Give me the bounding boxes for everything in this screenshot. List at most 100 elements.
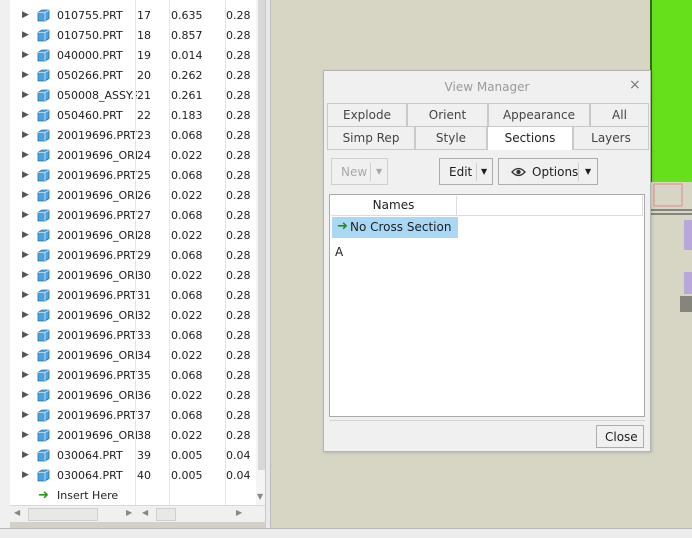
tree-row-name: 20019696.PRT (57, 209, 137, 222)
tree-row[interactable]: ▶ 030064.PRT 39 0.005 0.04 (10, 446, 265, 466)
tree-vertical-scrollbar[interactable]: ▼ (256, 0, 265, 505)
close-button[interactable]: Close (596, 425, 644, 448)
tree-row[interactable]: ▶ 20019696_ORIN30 0.022 0.28 (10, 266, 265, 286)
expand-arrow-icon[interactable]: ▶ (22, 330, 29, 340)
chevron-down-icon[interactable]: ▼ (585, 167, 591, 176)
tree-row[interactable]: ▶ 20019696_ORIN36 0.022 0.28 (10, 386, 265, 406)
tree-row-name: 20019696.PRT (57, 329, 137, 342)
tab-style[interactable]: Style (415, 126, 487, 149)
expand-arrow-icon[interactable]: ▶ (22, 10, 29, 20)
status-bar (0, 528, 692, 538)
tree-row-value: 0.28 (226, 169, 251, 182)
chevron-down-icon[interactable]: ▼ (376, 167, 382, 176)
tree-row[interactable]: ▶ 20019696_ORIN24 0.022 0.28 (10, 146, 265, 166)
expand-arrow-icon[interactable]: ▶ (22, 30, 29, 40)
scroll-left-arrow-icon[interactable]: ◀ (142, 508, 148, 517)
expand-arrow-icon[interactable]: ▶ (22, 230, 29, 240)
expand-arrow-icon[interactable]: ▶ (22, 70, 29, 80)
tree-row[interactable]: ▶ 050460.PRT 22 0.183 0.28 (10, 106, 265, 126)
tree-row-name: 040000.PRT (57, 49, 123, 62)
chevron-down-icon[interactable]: ▼ (481, 167, 487, 176)
expand-arrow-icon[interactable]: ▶ (22, 110, 29, 120)
tree-row[interactable]: ▶ 050266.PRT 20 0.262 0.28 (10, 66, 265, 86)
tree-row[interactable]: ▶ 010750.PRT 18 0.857 0.28 (10, 26, 265, 46)
model-tree-panel: ▶ 010755.PRT 17 0.635 0.28 ▶ 010750.PRT 18 0.857… (10, 0, 266, 522)
tree-row[interactable]: ▶ 20019696.PRT 25 0.068 0.28 (10, 166, 265, 186)
tree-row-value: 0.022 (171, 229, 203, 242)
tree-row-name: 050266.PRT (57, 69, 123, 82)
tree-row[interactable]: ▶ 20019696.PRT 29 0.068 0.28 (10, 246, 265, 266)
list-item-no-cross-section[interactable]: ➜ No Cross Section (332, 217, 458, 238)
expand-arrow-icon[interactable]: ▶ (22, 410, 29, 420)
expand-arrow-icon[interactable]: ▶ (22, 130, 29, 140)
expand-arrow-icon[interactable]: ▶ (22, 370, 29, 380)
tree-row-value: 0.022 (171, 349, 203, 362)
tree-vertical-scroll-thumb[interactable] (258, 0, 265, 470)
horizontal-scroll-thumb[interactable] (28, 508, 98, 521)
expand-arrow-icon[interactable]: ▶ (22, 450, 29, 460)
expand-arrow-icon[interactable]: ▶ (22, 250, 29, 260)
scroll-left-arrow-icon[interactable]: ◀ (14, 508, 20, 517)
insert-here-row[interactable]: ➜ Insert Here (10, 486, 250, 506)
expand-arrow-icon[interactable]: ▶ (22, 430, 29, 440)
expand-arrow-icon[interactable]: ▶ (22, 50, 29, 60)
tab-appearance[interactable]: Appearance (488, 103, 590, 126)
tab-sections[interactable]: Sections (487, 126, 573, 150)
scroll-right-arrow-icon[interactable]: ▶ (236, 508, 242, 517)
expand-arrow-icon[interactable]: ▶ (22, 190, 29, 200)
tree-row-number: 19 (137, 49, 151, 62)
tree-row[interactable]: ▶ 20019696.PRT 27 0.068 0.28 (10, 206, 265, 226)
column-divider[interactable] (135, 0, 136, 505)
expand-arrow-icon[interactable]: ▶ (22, 470, 29, 480)
tab-orient[interactable]: Orient (407, 103, 488, 126)
tree-row[interactable]: ▶ 20019696_ORIN28 0.022 0.28 (10, 226, 265, 246)
tree-row[interactable]: ▶ 010755.PRT 17 0.635 0.28 (10, 6, 265, 26)
expand-arrow-icon[interactable]: ▶ (22, 310, 29, 320)
tree-row[interactable]: ▶ 030064.PRT 40 0.005 0.04 (10, 466, 265, 486)
tree-row[interactable]: ▶ 20019696.PRT 35 0.068 0.28 (10, 366, 265, 386)
tree-row[interactable]: ▶ 20019696_ORIN32 0.022 0.28 (10, 306, 265, 326)
tab-explode[interactable]: Explode (327, 103, 407, 126)
column-divider[interactable] (225, 0, 226, 505)
expand-arrow-icon[interactable]: ▶ (22, 170, 29, 180)
empty-column-header (457, 196, 643, 216)
names-column-header[interactable]: Names (331, 196, 457, 216)
tab-simp-rep[interactable]: Simp Rep (327, 126, 415, 149)
scroll-right-arrow-icon[interactable]: ▶ (126, 508, 132, 517)
expand-arrow-icon[interactable]: ▶ (22, 350, 29, 360)
list-item-a[interactable]: A (335, 245, 343, 259)
tree-row-number: 36 (137, 389, 151, 402)
expand-arrow-icon[interactable]: ▶ (22, 150, 29, 160)
tree-row[interactable]: ▶ 20019696.PRT 37 0.068 0.28 (10, 406, 265, 426)
tree-row[interactable]: ▶ 20019696.PRT 33 0.068 0.28 (10, 326, 265, 346)
tab-layers[interactable]: Layers (573, 126, 649, 149)
dialog-title-bar[interactable]: View Manager × (324, 71, 650, 102)
tree-row[interactable]: ▶ 20019696.PRT 31 0.068 0.28 (10, 286, 265, 306)
tree-horizontal-scrollbar[interactable]: ◀ ▶ ◀ ▶ (10, 505, 265, 522)
close-icon[interactable]: × (629, 77, 641, 93)
tree-row-number: 34 (137, 349, 151, 362)
expand-arrow-icon[interactable]: ▶ (22, 290, 29, 300)
options-button[interactable]: Options ▼ (498, 158, 598, 185)
new-button-label: New (341, 165, 368, 179)
expand-arrow-icon[interactable]: ▶ (22, 390, 29, 400)
tree-row[interactable]: ▶ 20019696_ORIN34 0.022 0.28 (10, 346, 265, 366)
sections-list[interactable]: Names ➜ No Cross Section A (329, 194, 645, 417)
tree-row[interactable]: ▶ 050008_ASSY.PF21 0.261 0.28 (10, 86, 265, 106)
tree-row[interactable]: ▶ 20019696_ORIN26 0.022 0.28 (10, 186, 265, 206)
expand-arrow-icon[interactable]: ▶ (22, 270, 29, 280)
tree-row-value: 0.28 (226, 229, 251, 242)
edit-button[interactable]: Edit ▼ (439, 158, 493, 185)
expand-arrow-icon[interactable]: ▶ (22, 90, 29, 100)
expand-arrow-icon[interactable]: ▶ (22, 210, 29, 220)
new-button[interactable]: New ▼ (331, 158, 388, 185)
tab-all[interactable]: All (590, 103, 649, 126)
column-divider[interactable] (169, 0, 170, 505)
tree-row-number: 39 (137, 449, 151, 462)
tree-row[interactable]: ▶ 040000.PRT 19 0.014 0.28 (10, 46, 265, 66)
left-edge-strip (0, 0, 10, 538)
horizontal-scroll-thumb[interactable] (156, 508, 176, 521)
tree-row[interactable]: ▶ 20019696.PRT 23 0.068 0.28 (10, 126, 265, 146)
tree-row[interactable]: ▶ 20019696_ORIN38 0.022 0.28 (10, 426, 265, 446)
scroll-down-arrow-icon[interactable]: ▼ (257, 492, 263, 501)
